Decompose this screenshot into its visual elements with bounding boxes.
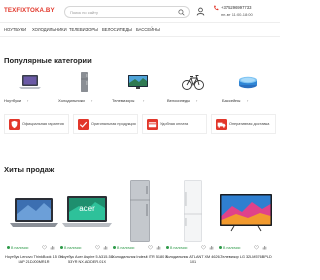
products-list: В наличии Ноутбук Lenovo ThinkBook 15 G4… <box>4 178 276 280</box>
compare-icon[interactable] <box>209 245 214 250</box>
in-stock-dot-icon <box>113 246 116 249</box>
advantage-card: Удобная оплата <box>142 114 207 134</box>
favorite-heart-icon[interactable] <box>95 245 100 250</box>
favorite-heart-icon[interactable] <box>148 245 153 250</box>
advantage-label: Официальная гарантия <box>22 122 64 126</box>
tv-icon <box>128 75 148 89</box>
phone-number[interactable]: +375296997733 <box>221 5 251 10</box>
stock-status: В наличии <box>166 246 187 250</box>
category-card[interactable]: Телевизоры › <box>112 68 165 104</box>
stock-label: В наличии <box>11 246 29 250</box>
chevron-right-icon: › <box>27 98 29 103</box>
product-name[interactable]: Холодильник ATLANT ХМ 4626-101 <box>163 255 223 265</box>
stock-status: В наличии <box>7 246 28 250</box>
site-logo[interactable]: TEXFIXTOKA.BY <box>4 7 55 14</box>
compare-icon[interactable] <box>50 245 55 250</box>
nav-item-bicycles[interactable]: ВЕЛОСИПЕДЫ <box>102 27 132 32</box>
advantage-label: Оригинальная продукция <box>91 122 136 126</box>
search-box[interactable] <box>64 6 190 18</box>
nav-item-laptops[interactable]: НОУТБУКИ <box>4 27 26 32</box>
fridge-icon <box>81 72 88 92</box>
product-name[interactable]: Ноутбук Acer Aspire 5 A315-58-53YR NX.AD… <box>57 255 117 265</box>
category-card[interactable]: Ноутбуки › <box>4 68 57 104</box>
stock-label: В наличии <box>170 246 188 250</box>
chevron-right-icon: › <box>196 98 198 103</box>
product-image[interactable] <box>163 178 223 244</box>
chevron-right-icon: › <box>247 98 249 103</box>
favorite-heart-icon[interactable] <box>42 245 47 250</box>
user-icon[interactable] <box>196 7 205 16</box>
category-card[interactable]: Бассейны › <box>222 68 275 104</box>
warranty-icon <box>9 119 20 130</box>
product-card[interactable]: acer В наличии Ноутбук Acer Aspire 5 A31… <box>57 178 117 280</box>
product-name[interactable]: Телевизор LG 32LM576BPLD <box>216 255 276 260</box>
chevron-right-icon: › <box>143 98 145 103</box>
compare-icon[interactable] <box>103 245 108 250</box>
svg-text:acer: acer <box>79 204 95 213</box>
categories-list: Ноутбуки › Холодильники › Телевизоры › В… <box>4 68 276 104</box>
chevron-right-icon: › <box>91 98 93 103</box>
bicycle-icon <box>182 75 204 90</box>
advantage-card: Оригинальная продукция <box>73 114 138 134</box>
product-card[interactable]: В наличии Ноутбук Lenovo ThinkBook 15 G4… <box>4 178 64 280</box>
product-card[interactable]: В наличии Телевизор LG 32LM576BPLD <box>216 178 276 280</box>
delivery-icon <box>216 119 227 130</box>
favorite-heart-icon[interactable] <box>201 245 206 250</box>
payment-icon <box>147 119 158 130</box>
in-stock-dot-icon <box>219 246 222 249</box>
stock-label: В наличии <box>117 246 135 250</box>
stock-label: В наличии <box>64 246 82 250</box>
working-hours: пн-вт 11:00-18:00 <box>221 12 253 17</box>
categories-title: Популярные категории <box>4 56 92 65</box>
stock-status: В наличии <box>60 246 81 250</box>
advantage-label: Оперативная доставка <box>229 122 270 126</box>
stock-status: В наличии <box>113 246 134 250</box>
search-icon[interactable] <box>178 9 185 16</box>
compare-icon[interactable] <box>156 245 161 250</box>
in-stock-dot-icon <box>7 246 10 249</box>
product-card[interactable]: В наличии Холодильник Indesit ITR 5180 S <box>110 178 170 280</box>
search-input[interactable] <box>70 9 170 16</box>
product-name[interactable]: Холодильник Indesit ITR 5180 S <box>110 255 170 260</box>
advantage-card: Оперативная доставка <box>211 114 276 134</box>
bestsellers-title: Хиты продаж <box>4 165 55 174</box>
compare-icon[interactable] <box>262 245 267 250</box>
category-card[interactable]: Холодильники › <box>58 68 111 104</box>
product-image[interactable]: acer <box>57 178 117 244</box>
nav-item-tvs[interactable]: ТЕЛЕВИЗОРЫ <box>69 27 98 32</box>
category-label: Холодильники <box>58 98 85 103</box>
category-label: Телевизоры <box>112 98 135 103</box>
nav-item-fridges[interactable]: ХОЛОДИЛЬНИКИ <box>32 27 67 32</box>
stock-status: В наличии <box>219 246 240 250</box>
main-nav: НОУТБУКИ ХОЛОДИЛЬНИКИ ТЕЛЕВИЗОРЫ ВЕЛОСИП… <box>0 22 280 37</box>
category-label: Велосипеды <box>167 98 191 103</box>
product-image[interactable] <box>4 178 64 244</box>
original-product-icon <box>78 119 89 130</box>
product-image[interactable] <box>216 178 276 244</box>
product-image[interactable] <box>110 178 170 244</box>
category-label: Бассейны <box>222 98 241 103</box>
advantage-card: Официальная гарантия <box>4 114 69 134</box>
advantage-label: Удобная оплата <box>160 122 189 126</box>
in-stock-dot-icon <box>60 246 63 249</box>
in-stock-dot-icon <box>166 246 169 249</box>
pool-icon <box>239 76 257 89</box>
category-label: Ноутбуки <box>4 98 22 103</box>
stock-label: В наличии <box>223 246 241 250</box>
product-name[interactable]: Ноутбук Lenovo ThinkBook 15 G4 IAP 21DJ0… <box>4 255 64 265</box>
favorite-heart-icon[interactable] <box>254 245 259 250</box>
nav-item-pools[interactable]: БАССЕЙНЫ <box>136 27 160 32</box>
advantages-block: Официальная гарантия Оригинальная продук… <box>4 114 276 162</box>
phone-icon <box>214 5 219 11</box>
category-card[interactable]: Велосипеды › <box>167 68 220 104</box>
site-header: TEXFIXTOKA.BY +375296997733 пн-вт 11:00-… <box>0 0 280 22</box>
product-card[interactable]: В наличии Холодильник ATLANT ХМ 4626-101 <box>163 178 223 280</box>
laptop-icon <box>19 75 41 89</box>
